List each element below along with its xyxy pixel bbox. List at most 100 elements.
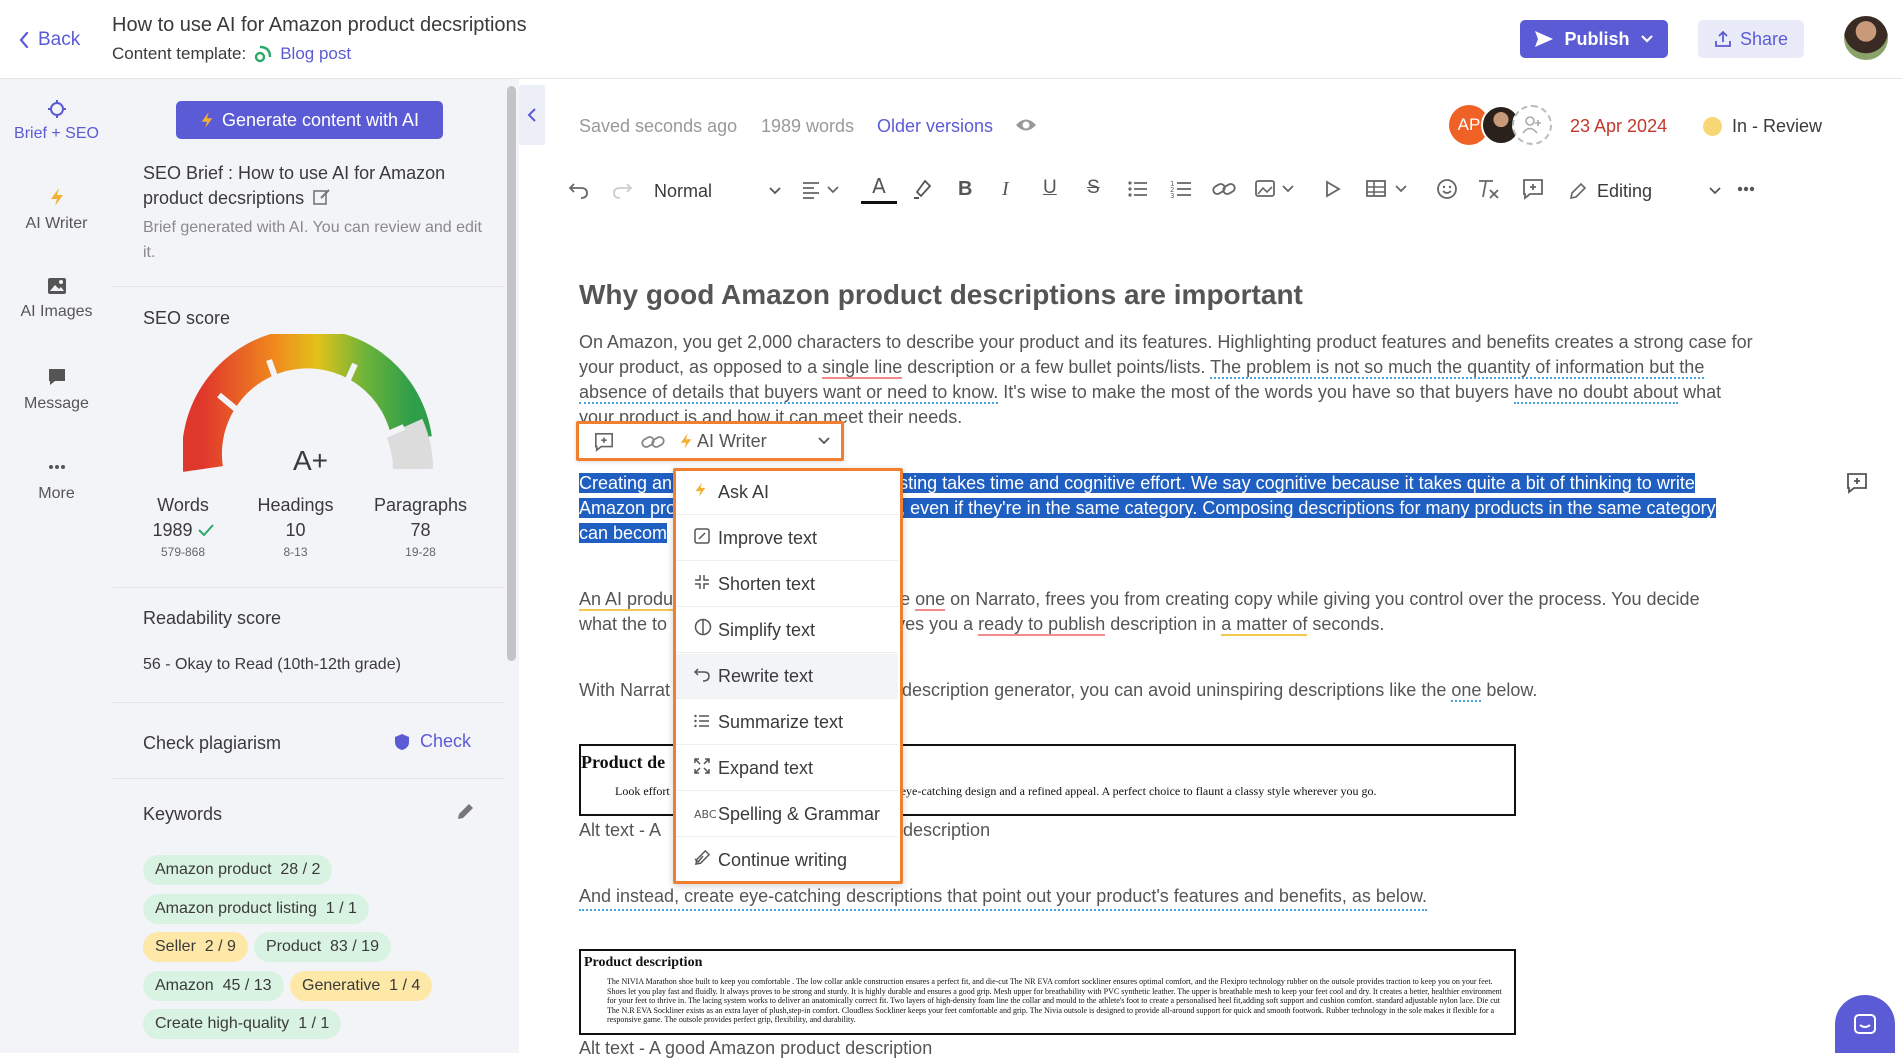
link-icon[interactable] xyxy=(641,433,665,451)
keyword-chip[interactable]: Seller 2 / 9 xyxy=(143,932,248,962)
generate-content-button[interactable]: Generate content with AI xyxy=(176,101,443,139)
bold-button[interactable]: B xyxy=(958,178,972,201)
publish-button[interactable]: Publish xyxy=(1520,20,1668,58)
keyword-count: 1 / 4 xyxy=(389,977,421,994)
menu-item-spelling-grammar[interactable]: ABCSpelling & Grammar xyxy=(676,792,898,864)
review-status[interactable]: In - Review xyxy=(1703,116,1822,137)
ai-writer-dropdown[interactable]: AI Writer xyxy=(679,424,839,458)
stat-words: Words 1989 579-868 xyxy=(133,495,233,559)
image-title: Product description xyxy=(584,955,703,970)
lightning-icon xyxy=(694,470,718,515)
keyword-chip[interactable]: Amazon product listing 1 / 1 xyxy=(143,894,369,924)
redo-icon[interactable] xyxy=(612,180,632,200)
brief-scrollbar-thumb[interactable] xyxy=(507,86,516,661)
send-icon xyxy=(1535,31,1554,47)
comment-add-icon[interactable] xyxy=(1846,472,1868,494)
nav-ai-writer-label: AI Writer xyxy=(25,215,88,232)
menu-item-rewrite-text[interactable]: Rewrite text xyxy=(676,654,898,699)
highlighter-icon[interactable] xyxy=(911,178,933,200)
keyword-chip[interactable]: Create high-quality 1 / 1 xyxy=(143,1009,342,1039)
undo-icon[interactable] xyxy=(569,180,589,200)
numbered-list-icon[interactable]: 123 xyxy=(1170,179,1192,199)
comment-add-icon[interactable] xyxy=(594,432,614,452)
italic-button[interactable]: I xyxy=(1002,178,1009,201)
chat-widget-button[interactable] xyxy=(1835,995,1895,1053)
keyword-chip[interactable]: Generative 1 / 4 xyxy=(290,971,433,1001)
keyword-count: 1 / 1 xyxy=(325,900,357,917)
due-date[interactable]: 23 Apr 2024 xyxy=(1570,116,1667,137)
eye-icon[interactable] xyxy=(1015,116,1037,134)
add-collaborator-button[interactable] xyxy=(1512,105,1552,145)
word-count: 1989 words xyxy=(761,116,855,136)
bullet-list-icon[interactable] xyxy=(1128,180,1148,198)
doc-text-flagged[interactable]: one xyxy=(915,589,946,611)
menu-item-shorten-text[interactable]: Shorten text xyxy=(676,562,898,607)
back-button[interactable]: Back xyxy=(18,26,80,54)
menu-item-ask-ai[interactable]: Ask AI xyxy=(676,470,898,515)
user-avatar[interactable] xyxy=(1844,16,1888,60)
keyword-text: Amazon xyxy=(155,977,214,994)
clear-format-icon[interactable] xyxy=(1476,178,1500,200)
menu-item-simplify-text[interactable]: Simplify text xyxy=(676,608,898,653)
play-icon[interactable] xyxy=(1325,180,1341,198)
menu-item-label: Improve text xyxy=(718,528,818,548)
underline-button[interactable]: U xyxy=(1043,177,1057,199)
emoji-icon[interactable] xyxy=(1436,178,1458,200)
template-name-link[interactable]: Blog post xyxy=(280,44,351,64)
menu-item-label: Ask AI xyxy=(718,482,770,502)
editing-mode-select[interactable]: Editing xyxy=(1569,176,1722,206)
text-color-button[interactable]: A xyxy=(861,174,897,204)
link-icon[interactable] xyxy=(1212,180,1236,198)
nav-message-label: Message xyxy=(24,395,89,412)
doc-text: description generator, you can avoid uni… xyxy=(902,680,1452,700)
image-insert-icon[interactable] xyxy=(1255,179,1297,199)
menu-item-continue-writing[interactable]: Continue writing xyxy=(676,838,898,883)
table-icon[interactable] xyxy=(1366,179,1412,199)
seo-brief-title-text: SEO Brief : How to use AI for Amazon pro… xyxy=(143,163,446,208)
stat-headings-value: 10 xyxy=(285,520,306,540)
doc-text-flagged[interactable]: have no doubt about xyxy=(1513,382,1679,404)
editing-mode-label: Editing xyxy=(1597,180,1653,201)
keyword-chip[interactable]: Amazon product 28 / 2 xyxy=(143,855,333,885)
lightning-icon xyxy=(50,188,63,206)
nav-ai-images[interactable]: AI Images xyxy=(0,277,113,321)
plagiarism-label: Check plagiarism xyxy=(143,733,282,753)
pencil-icon[interactable] xyxy=(455,802,475,822)
more-options-icon[interactable] xyxy=(1737,186,1755,192)
doc-text: what the to xyxy=(579,614,668,634)
text-style-value: Normal xyxy=(654,180,713,201)
nav-brief-seo[interactable]: Brief + SEO xyxy=(0,99,113,143)
nav-more[interactable]: More xyxy=(0,457,113,503)
doc-text-flagged[interactable]: a matter of xyxy=(1221,614,1308,636)
alt-text-a: Alt text - A xyxy=(579,820,662,840)
menu-item-expand-text[interactable]: Expand text xyxy=(676,746,898,791)
menu-item-summarize-text[interactable]: Summarize text xyxy=(676,700,898,745)
doc-text-flagged[interactable]: An AI produ xyxy=(579,589,674,611)
doc-paragraph[interactable]: And instead, create eye-catching descrip… xyxy=(579,884,1427,911)
comment-add-icon[interactable] xyxy=(1522,178,1544,200)
menu-item-improve-text[interactable]: Improve text xyxy=(676,516,898,561)
stat-headings: Headings 10 8-13 xyxy=(243,495,348,559)
pen-icon xyxy=(694,838,718,883)
nav-message[interactable]: Message xyxy=(0,367,113,413)
doc-text-flagged[interactable]: single line xyxy=(822,357,903,379)
edit-icon[interactable] xyxy=(313,188,331,206)
menu-item-label: Rewrite text xyxy=(718,666,814,686)
strikethrough-button[interactable]: S xyxy=(1087,177,1100,199)
doc-text-flagged[interactable]: ready to publish xyxy=(978,614,1106,636)
product-description-image[interactable]: Product description The NIVIA Marathon s… xyxy=(579,949,1516,1035)
share-button[interactable]: Share xyxy=(1698,20,1804,58)
doc-text-flagged[interactable]: one xyxy=(1451,680,1482,702)
check-plagiarism-button[interactable]: Check xyxy=(394,731,471,752)
keyword-text: Product xyxy=(266,938,322,955)
keyword-chip[interactable]: Product 83 / 19 xyxy=(254,932,391,962)
nav-ai-writer[interactable]: AI Writer xyxy=(0,187,113,233)
collapse-panel-button[interactable] xyxy=(519,85,545,145)
text-style-select[interactable]: Normal xyxy=(654,177,782,205)
align-icon[interactable] xyxy=(802,180,842,200)
chevron-down-icon xyxy=(769,187,781,195)
doc-text-flagged[interactable]: absence of details that buyers want or n… xyxy=(579,382,999,404)
keyword-chip[interactable]: Amazon 45 / 13 xyxy=(143,971,284,1001)
doc-text-flagged[interactable]: The problem is not so much the quantity … xyxy=(1210,357,1705,379)
older-versions-link[interactable]: Older versions xyxy=(877,116,993,137)
